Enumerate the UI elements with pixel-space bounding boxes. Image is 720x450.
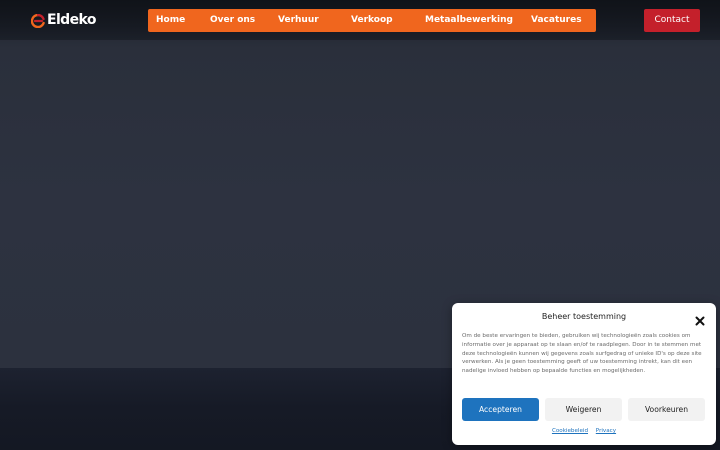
contact-button[interactable]: Contact <box>644 9 700 32</box>
cookie-links: Cookiebeleid Privacy <box>452 428 716 434</box>
cookie-policy-link[interactable]: Cookiebeleid <box>552 428 588 434</box>
site-header: Eldeko Home Over ons Verhuur Verkoop Met… <box>0 0 720 40</box>
privacy-link[interactable]: Privacy <box>596 428 616 434</box>
accept-button[interactable]: Accepteren <box>462 398 539 421</box>
eldeko-e-logo-icon <box>30 13 45 29</box>
cookie-dialog-text: Om de beste ervaringen te bieden, gebrui… <box>462 333 702 375</box>
nav-item-vacatures[interactable]: Vacatures <box>531 9 582 32</box>
main-nav: Home Over ons Verhuur Verkoop Metaalbewe… <box>148 9 596 32</box>
preferences-button[interactable]: Voorkeuren <box>628 398 705 421</box>
deny-button[interactable]: Weigeren <box>545 398 622 421</box>
logo-text: Eldeko <box>47 12 96 28</box>
nav-item-verkoop[interactable]: Verkoop <box>351 9 393 32</box>
cookie-consent-dialog: Beheer toestemming Om de beste ervaringe… <box>452 303 716 445</box>
nav-item-metaalbewerking[interactable]: Metaalbewerking <box>425 9 513 32</box>
nav-item-verhuur[interactable]: Verhuur <box>278 9 319 32</box>
cookie-dialog-title: Beheer toestemming <box>541 312 627 321</box>
close-icon[interactable] <box>695 311 705 326</box>
site-logo[interactable]: Eldeko <box>30 11 96 29</box>
nav-item-home[interactable]: Home <box>156 9 185 32</box>
nav-item-over-ons[interactable]: Over ons <box>210 9 255 32</box>
